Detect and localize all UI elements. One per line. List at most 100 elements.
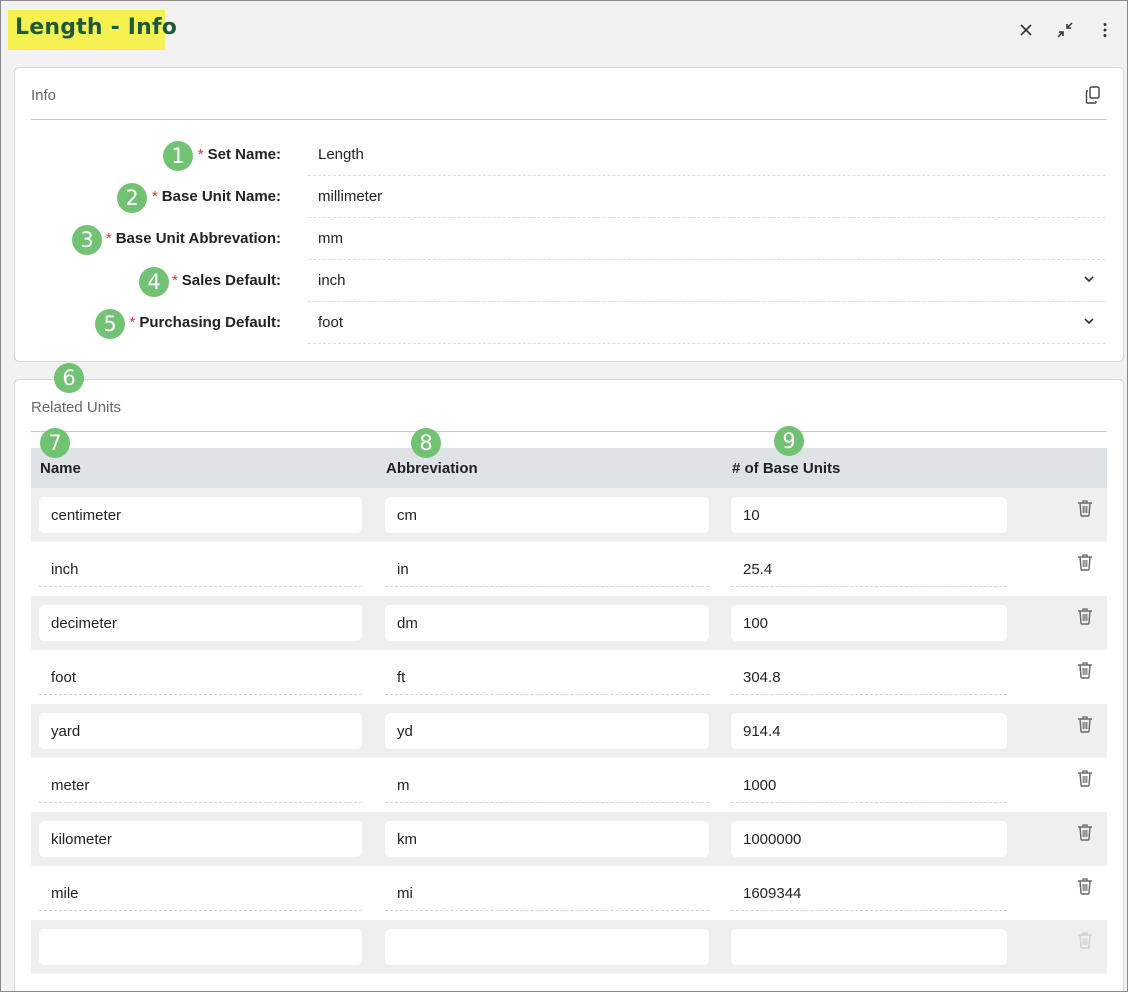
delete-row-button[interactable]	[1077, 769, 1093, 787]
more-menu-button[interactable]	[1093, 18, 1117, 42]
column-header-base-units: # of Base Units	[732, 460, 841, 477]
chevron-down-icon	[1084, 276, 1094, 283]
chevron-down-icon	[1084, 318, 1094, 325]
step-badge: 7	[40, 428, 70, 458]
related-divider	[31, 431, 1107, 432]
close-icon	[1020, 24, 1032, 36]
info-divider	[31, 119, 1107, 120]
unit-name-input[interactable]: centimeter	[39, 497, 362, 533]
sales-default-select[interactable]: inch	[308, 260, 1105, 302]
collapse-icon	[1057, 22, 1073, 38]
field-row-set-name: 1 * Set Name: Length	[15, 134, 1123, 176]
copy-icon	[1085, 86, 1100, 104]
unit-name-input[interactable]	[39, 929, 362, 965]
related-units-card: Related Units Name Abbreviation # of Bas…	[14, 379, 1124, 991]
step-badge: 4	[139, 267, 169, 297]
unit-name-input[interactable]: meter	[39, 767, 362, 803]
unit-name-input[interactable]: yard	[39, 713, 362, 749]
info-card: Info 1 * Set Name: Length 2 * Base Unit Na…	[14, 67, 1124, 362]
step-badge: 8	[411, 428, 441, 458]
field-row-base-unit-abbrevation: 3 * Base Unit Abbrevation: mm	[15, 218, 1123, 260]
unit-base-count-input[interactable]: 304.8	[731, 659, 1007, 695]
unit-base-count-input[interactable]: 914.4	[731, 713, 1007, 749]
unit-abbreviation-input[interactable]: mi	[385, 875, 709, 911]
table-row: inch in 25.4	[31, 542, 1107, 596]
related-units-heading: Related Units	[31, 399, 122, 416]
trash-icon	[1078, 662, 1092, 679]
unit-base-count-input[interactable]: 10	[731, 497, 1007, 533]
unit-base-count-input[interactable]: 100	[731, 605, 1007, 641]
unit-name-input[interactable]: kilometer	[39, 821, 362, 857]
unit-abbreviation-input[interactable]: yd	[385, 713, 709, 749]
trash-icon	[1078, 824, 1092, 841]
trash-icon	[1078, 500, 1092, 517]
delete-row-button[interactable]	[1077, 661, 1093, 679]
trash-icon	[1078, 554, 1092, 571]
table-row: kilometer km 1000000	[31, 812, 1107, 866]
delete-row-button[interactable]	[1077, 931, 1093, 949]
unit-abbreviation-input[interactable]: km	[385, 821, 709, 857]
table-row: decimeter dm 100	[31, 596, 1107, 650]
field-label: * Set Name:	[197, 146, 281, 163]
info-heading: Info	[31, 87, 57, 104]
unit-base-count-input[interactable]: 1000000	[731, 821, 1007, 857]
unit-base-count-input[interactable]: 1000	[731, 767, 1007, 803]
field-label: * Base Unit Name:	[151, 188, 281, 205]
step-badge: 3	[72, 225, 102, 255]
unit-name-input[interactable]: foot	[39, 659, 362, 695]
table-row: centimeter cm 10	[31, 488, 1107, 542]
set-name-field[interactable]: Length	[308, 134, 1105, 176]
table-row: yard yd 914.4	[31, 704, 1107, 758]
unit-abbreviation-input[interactable]	[385, 929, 709, 965]
step-badge: 9	[774, 426, 804, 456]
field-row-purchasing-default: 5 * Purchasing Default: foot	[15, 302, 1123, 344]
delete-row-button[interactable]	[1077, 499, 1093, 517]
step-badge: 5	[95, 309, 125, 339]
unit-name-input[interactable]: inch	[39, 551, 362, 587]
delete-row-button[interactable]	[1077, 607, 1093, 625]
unit-base-count-input[interactable]	[731, 929, 1007, 965]
collapse-button[interactable]	[1053, 18, 1077, 42]
close-button[interactable]	[1014, 18, 1038, 42]
copy-button[interactable]	[1085, 86, 1101, 109]
unit-abbreviation-input[interactable]: dm	[385, 605, 709, 641]
column-header-abbreviation: Abbreviation	[386, 460, 478, 477]
more-vertical-icon	[1103, 23, 1107, 37]
unit-abbreviation-input[interactable]: m	[385, 767, 709, 803]
trash-icon	[1078, 878, 1092, 895]
delete-row-button[interactable]	[1077, 553, 1093, 571]
step-badge: 2	[117, 183, 147, 213]
window-title: Length - Info	[15, 15, 178, 40]
purchasing-default-select[interactable]: foot	[308, 302, 1105, 344]
unit-base-count-input[interactable]: 25.4	[731, 551, 1007, 587]
unit-abbreviation-input[interactable]: ft	[385, 659, 709, 695]
info-window: Length - Info Info 1 * Set Name: Length …	[0, 0, 1128, 992]
trash-icon	[1078, 716, 1092, 733]
unit-name-input[interactable]: decimeter	[39, 605, 362, 641]
base-unit-abbrevation-field[interactable]: mm	[308, 218, 1105, 260]
step-badge: 6	[54, 363, 84, 393]
trash-icon	[1078, 932, 1092, 949]
step-badge: 1	[163, 141, 193, 171]
delete-row-button[interactable]	[1077, 715, 1093, 733]
field-label: * Base Unit Abbrevation:	[105, 230, 281, 247]
delete-row-button[interactable]	[1077, 877, 1093, 895]
unit-name-input[interactable]: mile	[39, 875, 362, 911]
trash-icon	[1078, 770, 1092, 787]
table-row: mile mi 1609344	[31, 866, 1107, 920]
unit-abbreviation-input[interactable]: cm	[385, 497, 709, 533]
table-row: meter m 1000	[31, 758, 1107, 812]
table-row	[31, 920, 1107, 974]
field-row-base-unit-name: 2 * Base Unit Name: millimeter	[15, 176, 1123, 218]
column-header-name: Name	[40, 460, 81, 477]
field-row-sales-default: 4 * Sales Default: inch	[15, 260, 1123, 302]
base-unit-name-field[interactable]: millimeter	[308, 176, 1105, 218]
field-label: * Purchasing Default:	[129, 314, 281, 331]
unit-base-count-input[interactable]: 1609344	[731, 875, 1007, 911]
delete-row-button[interactable]	[1077, 823, 1093, 841]
table-header: Name Abbreviation # of Base Units	[31, 448, 1107, 488]
field-label: * Sales Default:	[171, 272, 281, 289]
trash-icon	[1078, 608, 1092, 625]
table-row: foot ft 304.8	[31, 650, 1107, 704]
unit-abbreviation-input[interactable]: in	[385, 551, 709, 587]
